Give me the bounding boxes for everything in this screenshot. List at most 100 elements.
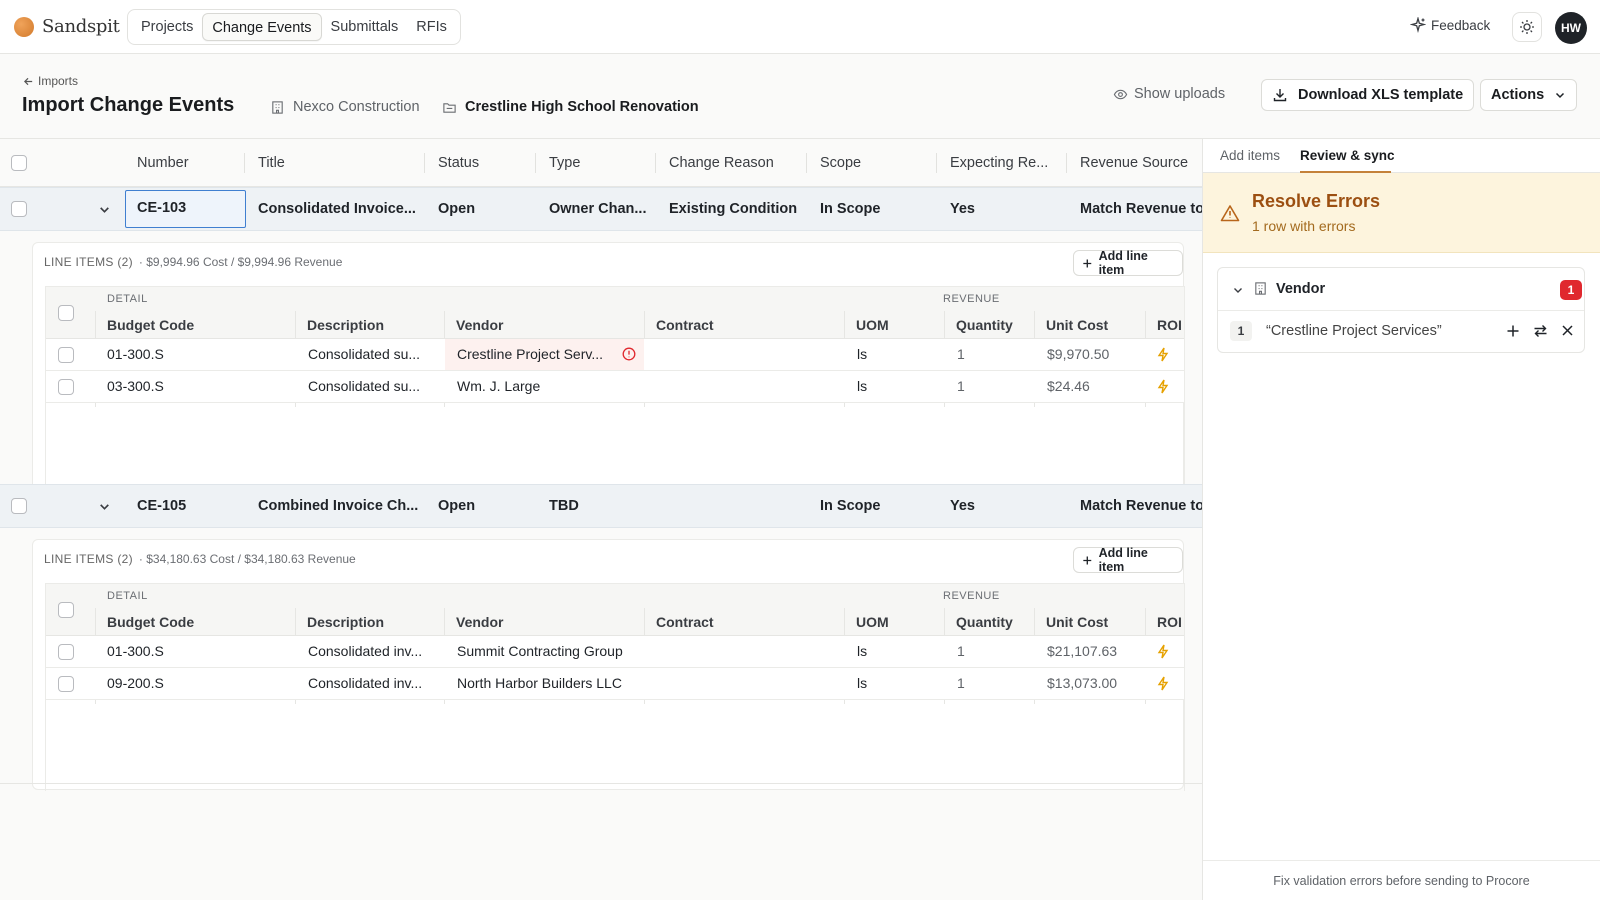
- row-checkbox[interactable]: [11, 201, 27, 217]
- add-line-item-button[interactable]: Add line item: [1073, 546, 1183, 574]
- unit-cost-cell[interactable]: $9,970.50: [1035, 339, 1145, 370]
- app-logo[interactable]: Sandspit: [14, 16, 120, 37]
- error-circle-icon[interactable]: [622, 347, 636, 361]
- event-title-cell[interactable]: Combined Invoice Ch...: [258, 485, 418, 527]
- col-vendor[interactable]: Vendor: [444, 311, 644, 339]
- chevron-down-icon[interactable]: [98, 203, 111, 216]
- col-description[interactable]: Description: [295, 608, 444, 636]
- contract-cell[interactable]: [645, 371, 844, 402]
- line-item-row[interactable]: 09-200.S Consolidated inv... North Harbo…: [46, 668, 1184, 700]
- event-type-cell[interactable]: TBD: [549, 485, 653, 527]
- swap-icon[interactable]: [1533, 324, 1548, 338]
- col-unit-cost[interactable]: Unit Cost: [1034, 608, 1145, 636]
- chevron-down-icon[interactable]: [1232, 284, 1244, 296]
- event-row[interactable]: CE-105 Combined Invoice Ch... Open TBD I…: [0, 484, 1202, 528]
- col-quantity[interactable]: Quantity: [944, 608, 1034, 636]
- event-status-cell[interactable]: Open: [438, 485, 533, 527]
- event-title-cell[interactable]: Consolidated Invoice...: [258, 188, 418, 230]
- line-item-row[interactable]: 01-300.S Consolidated inv... Summit Cont…: [46, 636, 1184, 668]
- col-unit-cost[interactable]: Unit Cost: [1034, 311, 1145, 339]
- nav-tab-projects[interactable]: Projects: [132, 13, 202, 41]
- col-contract[interactable]: Contract: [644, 311, 844, 339]
- tab-add-items[interactable]: Add items: [1220, 148, 1280, 163]
- line-item-row[interactable]: 03-300.S Consolidated su... Wm. J. Large…: [46, 371, 1184, 403]
- event-expecting-revenue-cell[interactable]: Yes: [950, 188, 1064, 230]
- vendor-error-item[interactable]: 1 “Crestline Project Services”: [1218, 311, 1584, 352]
- unit-cost-cell[interactable]: $21,107.63: [1035, 636, 1145, 667]
- event-number-cell[interactable]: CE-105: [137, 485, 242, 527]
- col-budget-code[interactable]: Budget Code: [95, 608, 295, 636]
- vendor-cell-error[interactable]: Crestline Project Serv...: [445, 339, 644, 370]
- line-item-checkbox[interactable]: [58, 379, 74, 395]
- col-quantity[interactable]: Quantity: [944, 311, 1034, 339]
- add-line-item-button[interactable]: Add line item: [1073, 249, 1183, 277]
- event-number-cell[interactable]: CE-103: [125, 190, 246, 228]
- theme-toggle-button[interactable]: [1512, 12, 1542, 42]
- uom-cell[interactable]: ls: [845, 668, 944, 699]
- col-scope[interactable]: Scope: [820, 139, 930, 187]
- line-item-row[interactable]: 01-300.S Consolidated su... Crestline Pr…: [46, 339, 1184, 371]
- event-status-cell[interactable]: Open: [438, 188, 533, 230]
- user-avatar[interactable]: HW: [1555, 12, 1587, 44]
- nav-tab-submittals[interactable]: Submittals: [322, 13, 408, 41]
- nav-tab-rfis[interactable]: RFIs: [407, 13, 456, 41]
- event-scope-cell[interactable]: In Scope: [820, 188, 934, 230]
- vendor-cell[interactable]: North Harbor Builders LLC: [445, 668, 644, 699]
- row-checkbox[interactable]: [11, 498, 27, 514]
- col-expecting-revenue[interactable]: Expecting Re...: [950, 139, 1064, 187]
- vendor-cell[interactable]: Wm. J. Large: [445, 371, 644, 402]
- event-row[interactable]: CE-103 Consolidated Invoice... Open Owne…: [0, 187, 1202, 231]
- event-revenue-source-cell[interactable]: Match Revenue to: [1080, 188, 1202, 230]
- col-description[interactable]: Description: [295, 311, 444, 339]
- show-uploads-button[interactable]: Show uploads: [1113, 86, 1225, 102]
- quantity-cell[interactable]: 1: [945, 371, 1034, 402]
- description-cell[interactable]: Consolidated su...: [296, 371, 444, 402]
- description-cell[interactable]: Consolidated inv...: [296, 636, 444, 667]
- col-uom[interactable]: UOM: [844, 311, 944, 339]
- line-item-checkbox[interactable]: [58, 676, 74, 692]
- uom-cell[interactable]: ls: [845, 371, 944, 402]
- event-revenue-source-cell[interactable]: Match Revenue to: [1080, 485, 1202, 527]
- close-icon[interactable]: [1561, 324, 1574, 337]
- nav-tab-change-events[interactable]: Change Events: [202, 13, 322, 41]
- budget-code-cell[interactable]: 01-300.S: [95, 339, 295, 370]
- feedback-button[interactable]: Feedback: [1410, 17, 1490, 33]
- col-status[interactable]: Status: [438, 139, 528, 187]
- col-uom[interactable]: UOM: [844, 608, 944, 636]
- col-title[interactable]: Title: [258, 139, 418, 187]
- select-all-line-items-checkbox[interactable]: [58, 305, 74, 321]
- col-roi[interactable]: ROI: [1145, 608, 1184, 636]
- col-revenue-source[interactable]: Revenue Source: [1080, 139, 1202, 187]
- budget-code-cell[interactable]: 09-200.S: [95, 668, 295, 699]
- unit-cost-cell[interactable]: $13,073.00: [1035, 668, 1145, 699]
- budget-code-cell[interactable]: 03-300.S: [95, 371, 295, 402]
- col-number[interactable]: Number: [137, 139, 237, 187]
- event-change-reason-cell[interactable]: Existing Condition: [669, 188, 806, 230]
- uom-cell[interactable]: ls: [845, 339, 944, 370]
- event-scope-cell[interactable]: In Scope: [820, 485, 934, 527]
- tab-review-sync[interactable]: Review & sync: [1300, 148, 1395, 163]
- event-change-reason-cell[interactable]: [669, 485, 806, 527]
- event-type-cell[interactable]: Owner Chan...: [549, 188, 653, 230]
- event-expecting-revenue-cell[interactable]: Yes: [950, 485, 1064, 527]
- quantity-cell[interactable]: 1: [945, 636, 1034, 667]
- select-all-line-items-checkbox[interactable]: [58, 602, 74, 618]
- quantity-cell[interactable]: 1: [945, 339, 1034, 370]
- budget-code-cell[interactable]: 01-300.S: [95, 636, 295, 667]
- vendor-group-header[interactable]: Vendor 1: [1218, 268, 1584, 311]
- contract-cell[interactable]: [645, 668, 844, 699]
- line-item-checkbox[interactable]: [58, 347, 74, 363]
- select-all-checkbox[interactable]: [11, 155, 27, 171]
- col-budget-code[interactable]: Budget Code: [95, 311, 295, 339]
- breadcrumb-imports[interactable]: Imports: [23, 74, 78, 88]
- description-cell[interactable]: Consolidated inv...: [296, 668, 444, 699]
- plus-icon[interactable]: [1506, 324, 1520, 338]
- actions-dropdown[interactable]: Actions: [1480, 79, 1578, 111]
- contract-cell[interactable]: [645, 339, 844, 370]
- col-vendor[interactable]: Vendor: [444, 608, 644, 636]
- vendor-cell[interactable]: Summit Contracting Group: [445, 636, 644, 667]
- download-template-button[interactable]: Download XLS template: [1261, 79, 1475, 111]
- description-cell[interactable]: Consolidated su...: [296, 339, 444, 370]
- unit-cost-cell[interactable]: $24.46: [1035, 371, 1145, 402]
- col-change-reason[interactable]: Change Reason: [669, 139, 804, 187]
